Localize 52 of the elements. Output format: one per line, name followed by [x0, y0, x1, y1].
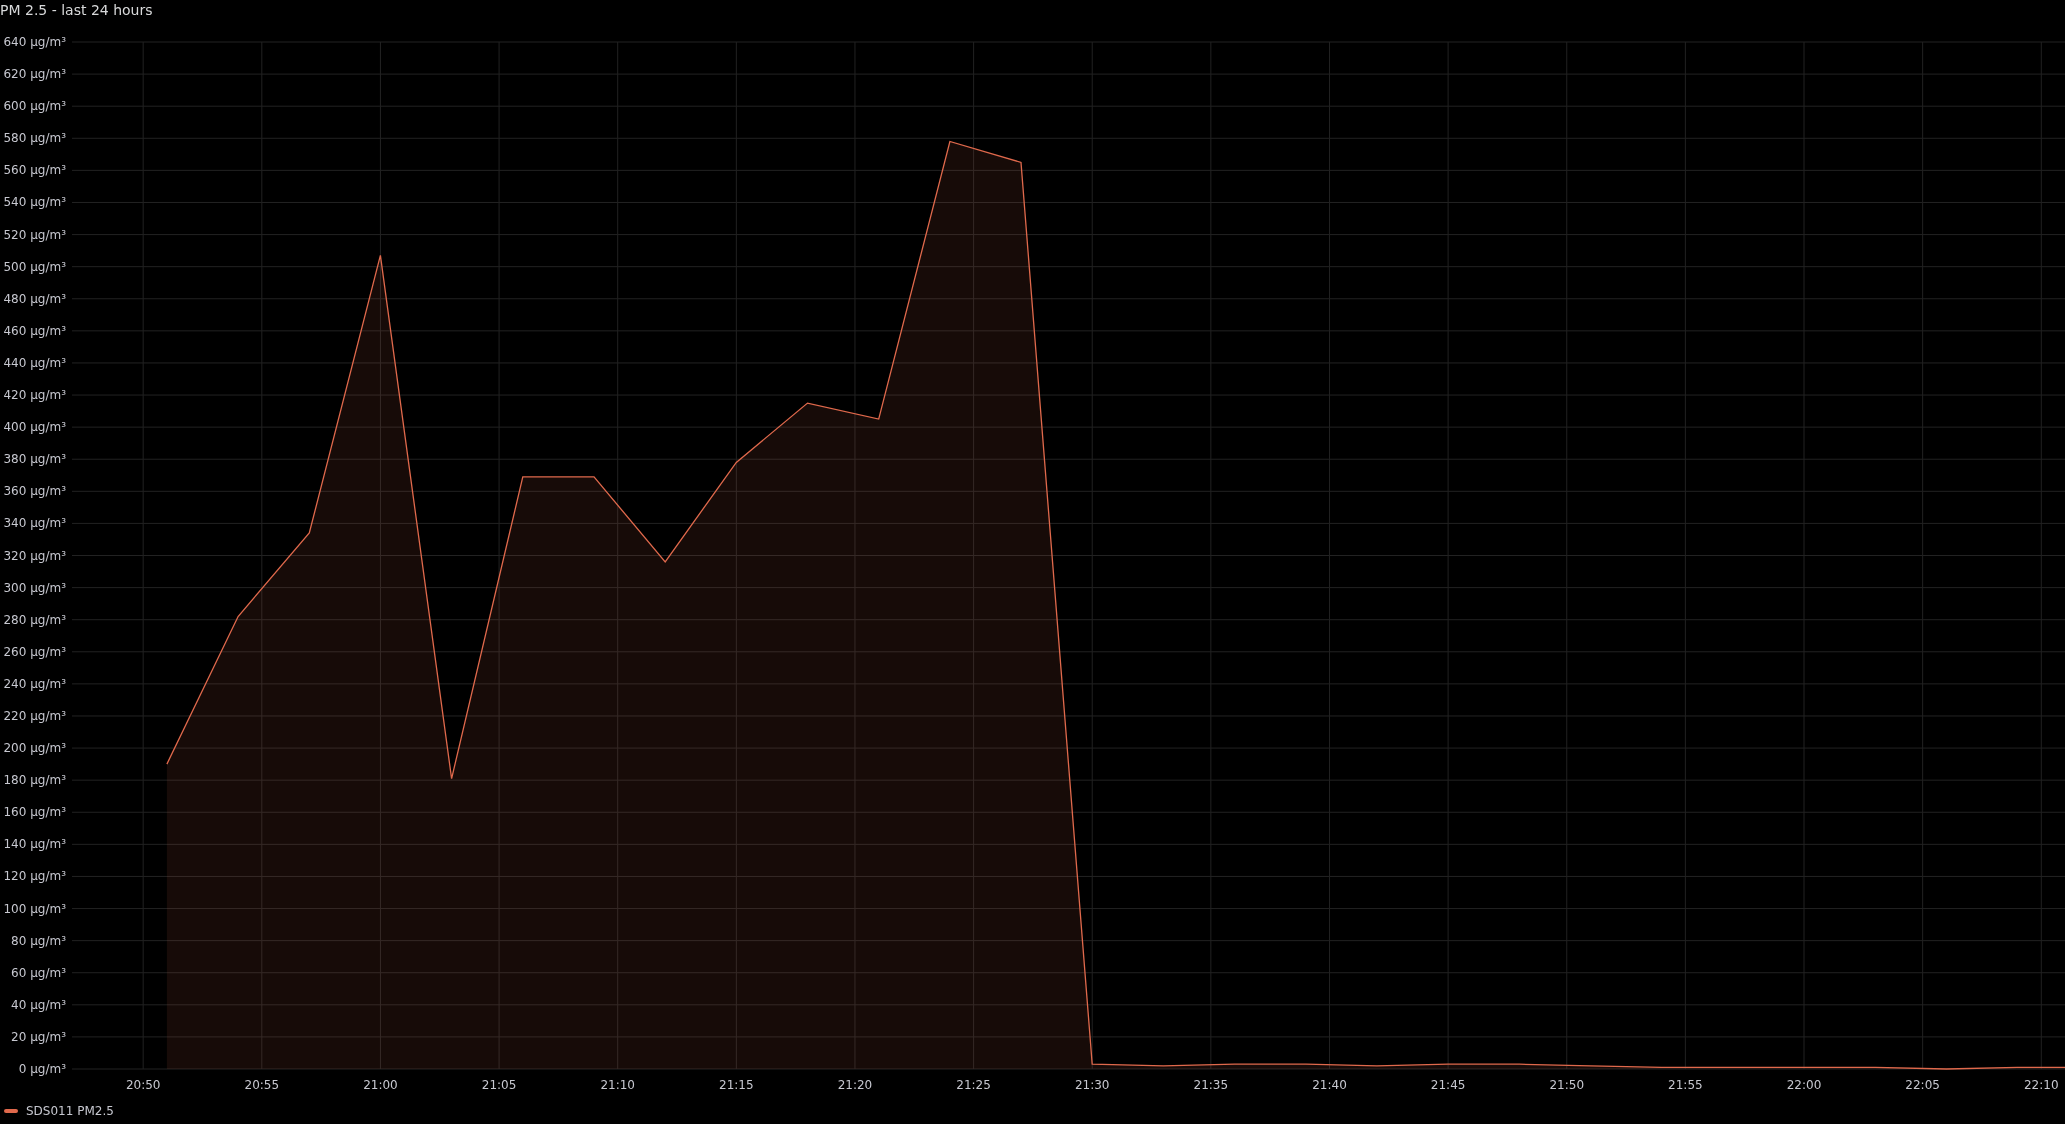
- y-axis-label: 140 µg/m³: [3, 837, 66, 852]
- y-axis-label: 540 µg/m³: [3, 195, 66, 210]
- y-axis-label: 220 µg/m³: [3, 708, 66, 723]
- x-axis-label: 21:20: [837, 1078, 873, 1092]
- x-axis-label: 21:55: [1668, 1078, 1703, 1092]
- x-axis-label: 21:00: [363, 1078, 398, 1092]
- x-axis-label: 21:45: [1430, 1078, 1466, 1092]
- x-axis-label: 21:05: [481, 1078, 517, 1092]
- y-axis-label: 300 µg/m³: [3, 580, 66, 595]
- y-axis-label: 500 µg/m³: [3, 259, 66, 274]
- y-axis-label: 60 µg/m³: [11, 965, 66, 980]
- y-axis-label: 180 µg/m³: [3, 773, 66, 788]
- x-axis-label: 21:10: [600, 1078, 635, 1092]
- y-axis-label: 240 µg/m³: [3, 676, 66, 691]
- y-axis-label: 460 µg/m³: [3, 323, 66, 338]
- x-axis-label: 21:30: [1074, 1078, 1110, 1092]
- y-axis-label: 0 µg/m³: [18, 1062, 66, 1076]
- y-axis-label: 280 µg/m³: [3, 612, 66, 627]
- panel-title: PM 2.5 - last 24 hours: [0, 1, 154, 20]
- x-axis-label: 21:50: [1549, 1078, 1585, 1092]
- x-axis-label: 21:25: [956, 1078, 991, 1092]
- x-axis-label: 21:35: [1193, 1078, 1229, 1092]
- y-axis-label: 640 µg/m³: [3, 35, 66, 49]
- y-axis-label: 160 µg/m³: [3, 805, 66, 820]
- y-axis-label: 40 µg/m³: [11, 997, 66, 1012]
- y-axis-label: 340 µg/m³: [3, 516, 66, 531]
- y-axis-label: 400 µg/m³: [3, 420, 66, 435]
- x-axis-label: 21:40: [1312, 1078, 1347, 1092]
- y-axis-label: 320 µg/m³: [3, 548, 66, 563]
- y-axis-label: 420 µg/m³: [3, 388, 66, 403]
- x-axis-label: 20:55: [244, 1078, 280, 1092]
- x-axis-label: 22:05: [1905, 1078, 1940, 1092]
- x-axis-label: 22:00: [1786, 1078, 1822, 1092]
- y-axis-label: 380 µg/m³: [3, 452, 66, 467]
- y-axis-label: 80 µg/m³: [11, 933, 66, 948]
- y-axis-label: 580 µg/m³: [3, 131, 66, 146]
- y-axis-label: 100 µg/m³: [3, 901, 66, 916]
- x-axis-label: 20:50: [125, 1078, 161, 1092]
- y-axis-label: 200 µg/m³: [3, 741, 66, 756]
- x-axis-label: 21:15: [719, 1078, 754, 1092]
- y-axis-label: 520 µg/m³: [3, 227, 66, 242]
- y-axis-label: 360 µg/m³: [3, 484, 66, 499]
- y-axis-label: 120 µg/m³: [3, 869, 66, 884]
- y-axis-label: 260 µg/m³: [3, 644, 66, 659]
- y-axis-label: 600 µg/m³: [3, 99, 66, 114]
- y-axis-label: 560 µg/m³: [3, 163, 66, 178]
- y-axis-label: 20 µg/m³: [11, 1029, 66, 1044]
- y-axis-label: 480 µg/m³: [3, 291, 66, 306]
- legend-label[interactable]: SDS011 PM2.5: [26, 1104, 114, 1118]
- y-axis-label: 440 µg/m³: [3, 355, 66, 370]
- x-axis-label: 22:10: [2024, 1078, 2059, 1092]
- y-axis-label: 620 µg/m³: [3, 67, 66, 82]
